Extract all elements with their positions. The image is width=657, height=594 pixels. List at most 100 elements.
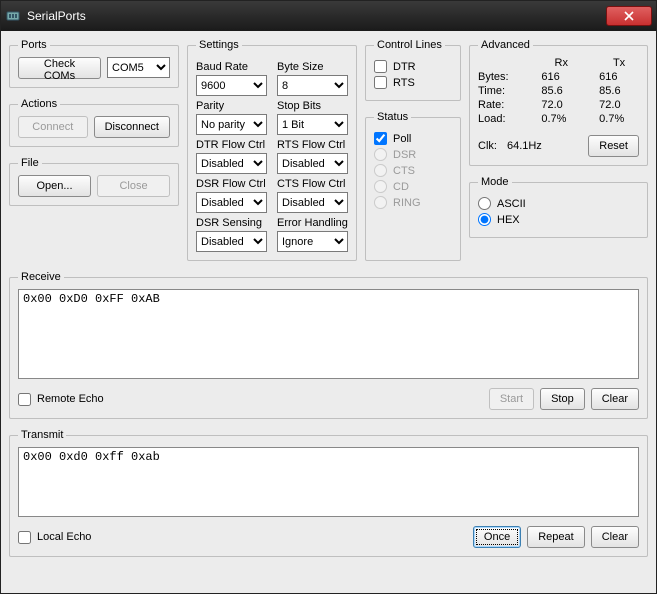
cd-radio — [374, 180, 387, 193]
local-echo-label: Local Echo — [37, 531, 91, 543]
settings-legend: Settings — [196, 39, 242, 51]
client-area: Ports Check COMs COM5 Actions Connect Di… — [1, 31, 656, 593]
bytes-rx: 616 — [541, 71, 581, 83]
transmit-repeat-button[interactable]: Repeat — [527, 526, 584, 548]
window-close-button[interactable] — [606, 6, 652, 26]
dsrsens-select[interactable]: Disabled — [196, 231, 267, 252]
window-title: SerialPorts — [27, 9, 606, 23]
rate-label: Rate: — [478, 99, 523, 111]
transmit-clear-button[interactable]: Clear — [591, 526, 639, 548]
com-select[interactable]: COM5 — [107, 57, 170, 78]
actions-legend: Actions — [18, 98, 60, 110]
receive-textarea[interactable] — [18, 289, 639, 379]
byte-label: Byte Size — [277, 61, 348, 73]
transmit-once-button[interactable]: Once — [473, 526, 521, 548]
ring-label: RING — [393, 197, 421, 209]
cts-radio — [374, 164, 387, 177]
transmit-legend: Transmit — [18, 429, 66, 441]
clk-value: 64.1Hz — [507, 140, 542, 152]
dsrsens-label: DSR Sensing — [196, 217, 267, 229]
time-tx: 85.6 — [599, 85, 639, 97]
ctsflow-label: CTS Flow Ctrl — [277, 178, 348, 190]
dsrflow-label: DSR Flow Ctrl — [196, 178, 267, 190]
receive-start-button: Start — [489, 388, 534, 410]
load-rx: 0.7% — [541, 113, 581, 125]
dsr-radio — [374, 148, 387, 161]
control-legend: Control Lines — [374, 39, 445, 51]
stop-label: Stop Bits — [277, 100, 348, 112]
titlebar: SerialPorts — [1, 1, 656, 31]
receive-group: Receive Remote Echo Start Stop Clear — [9, 271, 648, 419]
ring-radio — [374, 196, 387, 209]
dtrflow-select[interactable]: Disabled — [196, 153, 267, 174]
ascii-radio[interactable] — [478, 197, 491, 210]
rate-tx: 72.0 — [599, 99, 639, 111]
baud-select[interactable]: 9600 — [196, 75, 267, 96]
hex-radio[interactable] — [478, 213, 491, 226]
ascii-label: ASCII — [497, 198, 526, 210]
rx-header: Rx — [541, 57, 581, 69]
dtr-label: DTR — [393, 61, 416, 73]
rtsflow-select[interactable]: Disabled — [277, 153, 348, 174]
control-lines-group: Control Lines DTR RTS — [365, 39, 461, 101]
settings-group: Settings Baud Rate 9600 Byte Size 8 Pari… — [187, 39, 357, 261]
poll-checkbox[interactable] — [374, 132, 387, 145]
advanced-legend: Advanced — [478, 39, 533, 51]
poll-label: Poll — [393, 133, 411, 145]
dtrflow-label: DTR Flow Ctrl — [196, 139, 267, 151]
bytes-label: Bytes: — [478, 71, 523, 83]
file-group: File Open... Close — [9, 157, 179, 206]
ports-group: Ports Check COMs COM5 — [9, 39, 179, 88]
cts-label: CTS — [393, 165, 415, 177]
time-rx: 85.6 — [541, 85, 581, 97]
disconnect-button[interactable]: Disconnect — [94, 116, 170, 138]
bytes-tx: 616 — [599, 71, 639, 83]
ports-legend: Ports — [18, 39, 50, 51]
ctsflow-select[interactable]: Disabled — [277, 192, 348, 213]
remote-echo-label: Remote Echo — [37, 393, 104, 405]
reset-button[interactable]: Reset — [588, 135, 639, 157]
parity-select[interactable]: No parity — [196, 114, 267, 135]
check-coms-button[interactable]: Check COMs — [18, 57, 101, 79]
connect-button: Connect — [18, 116, 88, 138]
byte-select[interactable]: 8 — [277, 75, 348, 96]
rtsflow-label: RTS Flow Ctrl — [277, 139, 348, 151]
dsr-label: DSR — [393, 149, 416, 161]
stop-select[interactable]: 1 Bit — [277, 114, 348, 135]
actions-group: Actions Connect Disconnect — [9, 98, 179, 147]
cd-label: CD — [393, 181, 409, 193]
close-icon — [624, 11, 634, 21]
dsrflow-select[interactable]: Disabled — [196, 192, 267, 213]
close-button: Close — [97, 175, 170, 197]
remote-echo-checkbox[interactable] — [18, 393, 31, 406]
receive-legend: Receive — [18, 271, 64, 283]
baud-label: Baud Rate — [196, 61, 267, 73]
open-button[interactable]: Open... — [18, 175, 91, 197]
parity-label: Parity — [196, 100, 267, 112]
tx-header: Tx — [599, 57, 639, 69]
mode-group: Mode ASCII HEX — [469, 176, 648, 238]
clk-label: Clk: — [478, 140, 497, 152]
hex-label: HEX — [497, 214, 520, 226]
file-legend: File — [18, 157, 42, 169]
status-group: Status Poll DSR CTS CD RING — [365, 111, 461, 261]
transmit-textarea[interactable] — [18, 447, 639, 517]
status-legend: Status — [374, 111, 411, 123]
err-label: Error Handling — [277, 217, 348, 229]
transmit-group: Transmit Local Echo Once Repeat Clear — [9, 429, 648, 557]
mode-legend: Mode — [478, 176, 512, 188]
app-icon — [5, 8, 21, 24]
load-tx: 0.7% — [599, 113, 639, 125]
rts-checkbox[interactable] — [374, 76, 387, 89]
dtr-checkbox[interactable] — [374, 60, 387, 73]
advanced-group: Advanced Rx Tx Bytes: 616 616 Time: 85.6 85.6… — [469, 39, 648, 166]
load-label: Load: — [478, 113, 523, 125]
time-label: Time: — [478, 85, 523, 97]
rts-label: RTS — [393, 77, 415, 89]
err-select[interactable]: Ignore — [277, 231, 348, 252]
local-echo-checkbox[interactable] — [18, 531, 31, 544]
app-window: SerialPorts Ports Check COMs COM5 — [0, 0, 657, 594]
receive-clear-button[interactable]: Clear — [591, 388, 639, 410]
receive-stop-button[interactable]: Stop — [540, 388, 585, 410]
rate-rx: 72.0 — [541, 99, 581, 111]
